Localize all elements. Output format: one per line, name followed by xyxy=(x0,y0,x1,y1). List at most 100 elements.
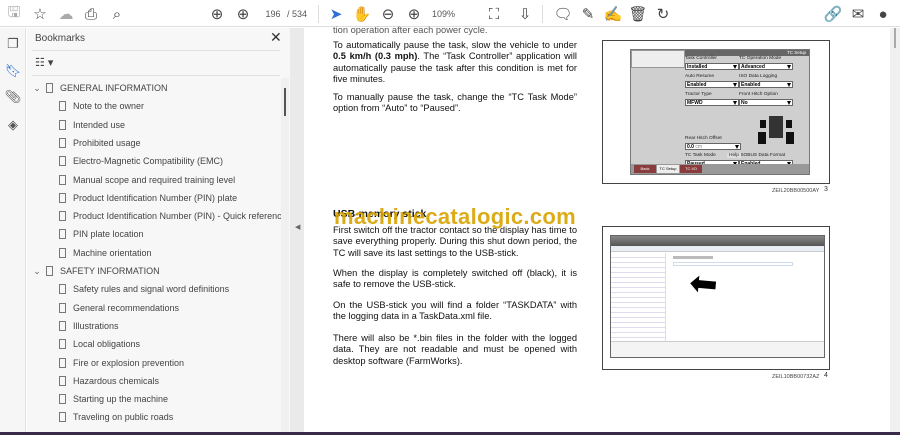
bookmark-icon xyxy=(59,375,66,386)
scroll-mode-icon[interactable]: ⇩ xyxy=(515,4,535,24)
figure-tc-setup: TC Setup Task Controller Installed TC Oper… xyxy=(602,40,830,184)
document-scrollbar[interactable] xyxy=(890,28,900,432)
bookmark-item[interactable]: Local obligations xyxy=(27,335,140,353)
toolbar: 🖫 ☆ ☁ ⎙ ⌕ ⊕ ⊕ 196 / 534 ➤ ✋ ⊖ ⊕ 109% ⛶ ⇩… xyxy=(0,0,900,27)
paragraph: There will also be *.bin files in the fo… xyxy=(333,333,577,366)
field-dropdown: MFWD xyxy=(685,99,739,106)
previous-page-icon[interactable]: ⊕ xyxy=(207,4,227,24)
bookmark-item[interactable]: Illustrations xyxy=(27,317,119,335)
bookmark-section[interactable]: ⌄ GENERAL INFORMATION xyxy=(27,79,168,97)
bookmark-item[interactable]: Product Identification Number (PIN) plat… xyxy=(27,189,237,207)
bookmark-icon xyxy=(59,229,66,240)
field-label: Front Hitch Option xyxy=(739,92,778,97)
search-icon[interactable]: ⌕ xyxy=(107,4,127,24)
bookmark-icon xyxy=(46,83,53,93)
scrollbar[interactable] xyxy=(281,78,289,432)
divider xyxy=(32,50,280,51)
highlight-pen-icon[interactable]: ✎ xyxy=(578,4,598,24)
explorer-window: ⬉ xyxy=(610,235,825,358)
bookmark-item[interactable]: Fire or explosion prevention xyxy=(27,354,184,372)
bookmark-star-icon[interactable]: ☆ xyxy=(30,4,50,24)
screen-footer: Back TC Setup TC I/O xyxy=(631,164,809,174)
attachments-icon[interactable]: 📎︎ xyxy=(4,88,22,106)
sign-icon[interactable]: ✍ xyxy=(603,4,623,24)
comment-icon[interactable]: 🗨 xyxy=(553,4,573,24)
bookmark-section[interactable]: ⌄ SAFETY INFORMATION xyxy=(27,262,160,280)
bookmark-label: Hazardous chemicals xyxy=(73,375,160,386)
chevron-down-icon[interactable]: ⌄ xyxy=(32,266,42,277)
bookmark-icon xyxy=(59,211,66,222)
paragraph: First switch off the tractor contact so … xyxy=(333,225,577,258)
chevron-down-icon[interactable]: ⌄ xyxy=(32,83,42,94)
bookmark-label: Prohibited usage xyxy=(73,137,141,148)
bookmark-item[interactable]: General recommendations xyxy=(27,299,179,317)
hand-tool-icon[interactable]: ✋ xyxy=(352,4,372,24)
bookmark-item[interactable]: Intended use xyxy=(27,116,125,134)
bookmark-label: Illustrations xyxy=(73,320,119,331)
field-label: ISOBUS Data Format xyxy=(739,153,786,158)
bookmark-label: Starting up the machine xyxy=(73,394,169,405)
email-icon[interactable]: ✉ xyxy=(848,4,868,24)
bookmark-options-button[interactable]: ☷ ▾ xyxy=(35,56,53,69)
bookmark-item[interactable]: PIN plate location xyxy=(27,225,144,243)
divider xyxy=(318,5,319,23)
zoom-level-select[interactable]: 109% xyxy=(432,5,468,23)
bookmark-icon xyxy=(59,101,66,112)
collapse-panel-handle[interactable]: ◀ xyxy=(290,28,304,432)
tc-setup-tab: TC Setup xyxy=(657,165,679,173)
paragraph: When the display is completely switched … xyxy=(333,268,577,290)
save-icon[interactable]: 🖫 xyxy=(4,4,24,24)
bookmark-label: Traveling on public roads xyxy=(73,412,174,423)
bookmark-label: Manual scope and required training level xyxy=(73,174,236,185)
bookmark-item[interactable]: Hazardous chemicals xyxy=(27,372,159,390)
bookmark-icon xyxy=(59,192,66,203)
bookmark-item[interactable]: Product Identification Number (PIN) - Qu… xyxy=(27,207,287,225)
close-icon[interactable]: ✕ xyxy=(270,29,282,46)
figure-number: 4 xyxy=(824,372,828,379)
tc-io-tab: TC I/O xyxy=(680,165,702,173)
figure-number: 3 xyxy=(824,186,828,193)
bookmark-icon xyxy=(59,394,66,405)
page-number-input[interactable]: 196 xyxy=(258,5,288,23)
bookmark-label: SAFETY INFORMATION xyxy=(60,266,160,276)
field-dropdown: Enabled xyxy=(685,81,739,88)
bookmark-item[interactable]: Note to the owner xyxy=(27,97,144,115)
bookmarks-panel: Bookmarks ✕ ☷ ▾ ⌄ GENERAL INFORMATION Note… xyxy=(27,28,290,432)
rotate-icon[interactable]: ↻ xyxy=(653,4,673,24)
share-link-icon[interactable]: 🔗 xyxy=(823,4,843,24)
field-dropdown: No xyxy=(739,99,793,106)
bookmark-item[interactable]: Electro-Magnetic Compatibility (EMC) xyxy=(27,152,223,170)
page-fit-icon[interactable]: ⛶ xyxy=(484,4,504,24)
bookmark-icon xyxy=(59,412,66,423)
bookmark-icon xyxy=(59,302,66,313)
select-cursor-icon[interactable]: ➤ xyxy=(326,4,346,24)
delete-icon[interactable]: 🗑 xyxy=(628,4,648,24)
zoom-out-icon[interactable]: ⊖ xyxy=(378,4,398,24)
bookmark-icon xyxy=(59,137,66,148)
bookmark-item[interactable]: Prohibited usage xyxy=(27,134,141,152)
upload-cloud-icon[interactable]: ☁ xyxy=(56,4,76,24)
bookmark-icon xyxy=(46,266,53,276)
zoom-in-icon[interactable]: ⊕ xyxy=(404,4,424,24)
field-dropdown: Advanced xyxy=(739,63,793,70)
field-label: Task Controller xyxy=(685,56,717,61)
field-label: TC Operation Mode xyxy=(739,56,782,61)
bookmark-label: Fire or explosion prevention xyxy=(73,357,185,368)
page-thumbnails-icon[interactable]: ❐ xyxy=(4,35,22,53)
account-icon[interactable]: ● xyxy=(873,4,893,24)
divider xyxy=(542,5,543,23)
rear-hitch-value: 0.0 cm xyxy=(685,143,741,150)
print-icon[interactable]: ⎙ xyxy=(81,4,101,24)
bookmark-item[interactable]: Manual scope and required training level xyxy=(27,171,235,189)
field-label: Rear Hitch Offset xyxy=(685,136,722,141)
bookmarks-icon[interactable]: 🔖︎ xyxy=(4,62,22,80)
bookmark-item[interactable]: Machine orientation xyxy=(27,244,152,262)
layers-icon[interactable]: ◈ xyxy=(4,116,22,134)
bookmark-label: General recommendations xyxy=(73,302,180,313)
bookmark-item[interactable]: Starting up the machine xyxy=(27,390,168,408)
bookmark-item[interactable]: Safety rules and signal word definitions xyxy=(27,280,229,298)
paragraph: tion operation after each power cycle. xyxy=(333,25,488,35)
next-page-icon[interactable]: ⊕ xyxy=(233,4,253,24)
page-total: / 534 xyxy=(287,9,308,19)
bookmark-item[interactable]: Traveling on public roads xyxy=(27,408,173,426)
